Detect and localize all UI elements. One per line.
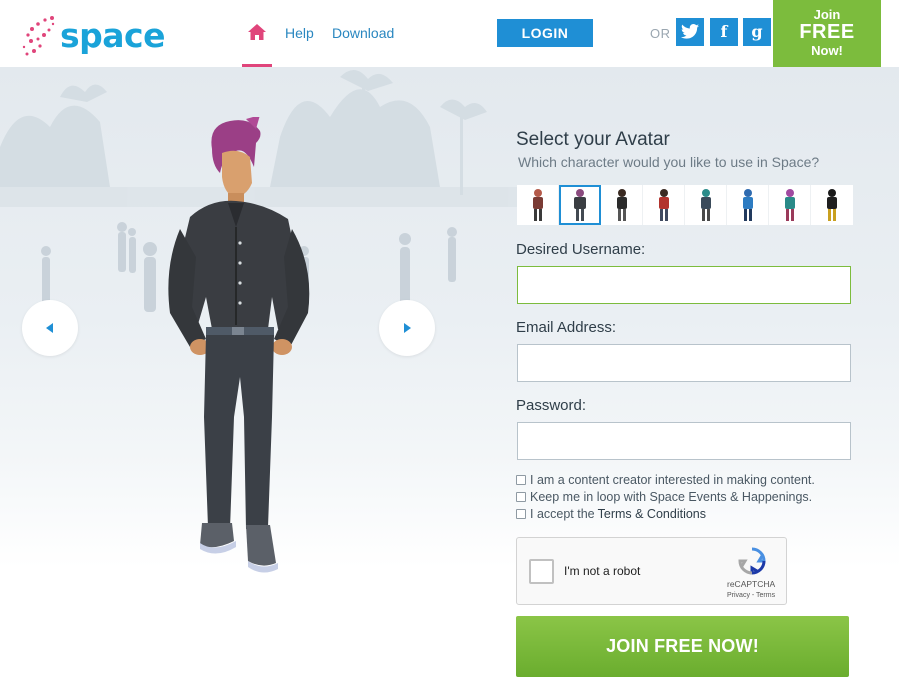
twitter-login-button[interactable] [676, 18, 704, 46]
newsletter-checkbox[interactable] [516, 492, 526, 502]
logo-dots-icon [22, 16, 55, 56]
recaptcha-widget: I'm not a robot reCAPTCHA Privacy - Term… [516, 537, 787, 605]
terms-link[interactable]: Terms & Conditions [598, 507, 706, 521]
avatar-option-4[interactable] [643, 185, 685, 225]
nav-help-link[interactable]: Help [285, 25, 314, 41]
username-field[interactable] [517, 266, 851, 304]
avatar-thumbnail-icon [574, 189, 586, 221]
join-corner-line3: Now! [811, 43, 843, 58]
previous-avatar-button[interactable] [22, 300, 78, 356]
avatar-option-7[interactable] [769, 185, 811, 225]
email-field[interactable] [517, 344, 851, 382]
avatar-thumbnail-icon [784, 189, 795, 221]
recaptcha-logo-icon [738, 547, 766, 575]
next-avatar-button[interactable] [379, 300, 435, 356]
form-title: Select your Avatar [516, 129, 670, 150]
recaptcha-checkbox[interactable] [529, 559, 554, 584]
google-login-button[interactable]: g [743, 18, 771, 46]
newsletter-label: Keep me in loop with Space Events & Happ… [530, 490, 813, 504]
site-header: space Help Download LOGIN OR f g Join FR… [0, 0, 899, 67]
accept-terms-option: I accept the Terms & Conditions [516, 507, 706, 521]
form-subtitle: Which character would you like to use in… [518, 154, 820, 170]
recaptcha-legal-links[interactable]: Privacy - Terms [727, 592, 775, 599]
or-separator: OR [650, 26, 671, 41]
logo-text: space [60, 16, 165, 55]
avatar-option-2[interactable] [559, 185, 601, 225]
avatar-thumbnail-icon [532, 189, 543, 221]
nav-home[interactable] [242, 22, 272, 67]
avatar-option-6[interactable] [727, 185, 769, 225]
google-icon: g [751, 22, 763, 41]
selected-avatar-preview [168, 117, 310, 573]
username-label: Desired Username: [516, 241, 646, 258]
join-free-now-button[interactable]: JOIN FREE NOW! [516, 616, 849, 677]
avatar-picker [517, 185, 853, 225]
arrow-right-icon [404, 323, 411, 333]
avatar-thumbnail-icon [742, 189, 753, 221]
facebook-login-button[interactable]: f [710, 18, 738, 46]
signup-hero: Select your Avatar Which character would… [0, 67, 899, 693]
arrow-left-icon [46, 323, 53, 333]
avatar-option-5[interactable] [685, 185, 727, 225]
recaptcha-label: I'm not a robot [564, 564, 641, 578]
password-field[interactable] [517, 422, 851, 460]
avatar-option-1[interactable] [517, 185, 559, 225]
password-label: Password: [516, 397, 587, 414]
avatar-option-3[interactable] [601, 185, 643, 225]
join-free-corner-button[interactable]: Join FREE Now! [773, 0, 881, 67]
accept-terms-label: I accept the [530, 507, 595, 521]
content-creator-label: I am a content creator interested in mak… [530, 473, 815, 487]
avatar-thumbnail-icon [827, 189, 837, 221]
recaptcha-brand: reCAPTCHA [727, 579, 776, 589]
facebook-icon: f [720, 22, 728, 41]
nav-download-link[interactable]: Download [332, 25, 394, 41]
home-icon [248, 24, 266, 40]
space-logo[interactable]: space [22, 14, 165, 58]
email-label: Email Address: [516, 319, 617, 336]
accept-terms-checkbox[interactable] [516, 509, 526, 519]
avatar-thumbnail-icon [658, 189, 669, 221]
content-creator-checkbox[interactable] [516, 475, 526, 485]
avatar-thumbnail-icon [616, 189, 627, 221]
avatar-thumbnail-icon [700, 189, 711, 221]
content-creator-option: I am a content creator interested in mak… [516, 473, 815, 487]
login-button[interactable]: LOGIN [497, 19, 593, 47]
twitter-icon [681, 24, 699, 39]
join-corner-line1: Join [813, 7, 841, 22]
avatar-option-8[interactable] [811, 185, 853, 225]
join-corner-line2: FREE [799, 21, 855, 43]
newsletter-option: Keep me in loop with Space Events & Happ… [516, 490, 812, 504]
